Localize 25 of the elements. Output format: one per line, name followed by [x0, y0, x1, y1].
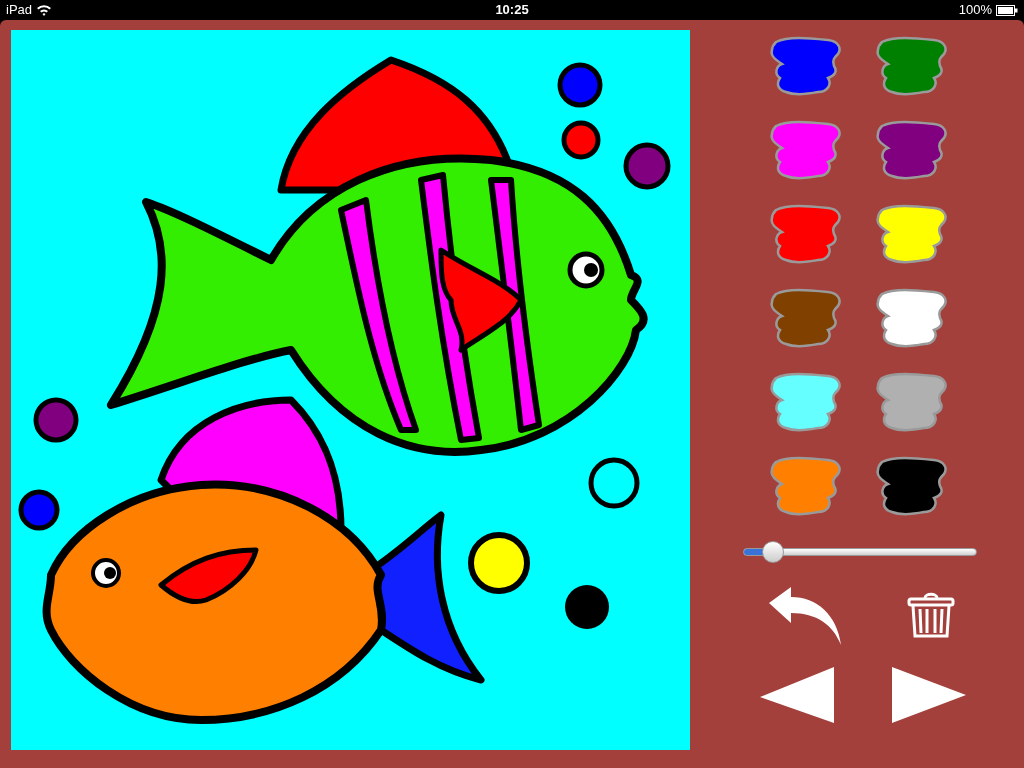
color-swatch[interactable]: [874, 120, 950, 182]
next-button[interactable]: [891, 667, 967, 723]
color-swatch[interactable]: [768, 456, 844, 518]
color-swatch[interactable]: [768, 372, 844, 434]
status-time: 10:25: [495, 1, 529, 20]
color-swatch[interactable]: [768, 120, 844, 182]
battery-icon: [996, 4, 1018, 16]
trash-icon: [906, 591, 956, 641]
color-swatch[interactable]: [874, 288, 950, 350]
battery-percent: 100%: [958, 1, 992, 20]
color-swatch[interactable]: [874, 372, 950, 434]
color-swatch[interactable]: [768, 36, 844, 98]
previous-button[interactable]: [759, 667, 835, 723]
color-swatch[interactable]: [768, 204, 844, 266]
left-triangle-icon: [760, 667, 834, 723]
brush-size-slider[interactable]: [743, 539, 977, 565]
color-swatch[interactable]: [874, 36, 950, 98]
right-triangle-icon: [892, 667, 966, 723]
color-swatch[interactable]: [768, 288, 844, 350]
slider-thumb[interactable]: [762, 541, 785, 563]
device-name: iPad: [6, 1, 33, 20]
color-swatch[interactable]: [874, 456, 950, 518]
color-swatch[interactable]: [874, 204, 950, 266]
undo-arrow-icon: [767, 587, 843, 645]
wifi-icon: [36, 4, 53, 16]
